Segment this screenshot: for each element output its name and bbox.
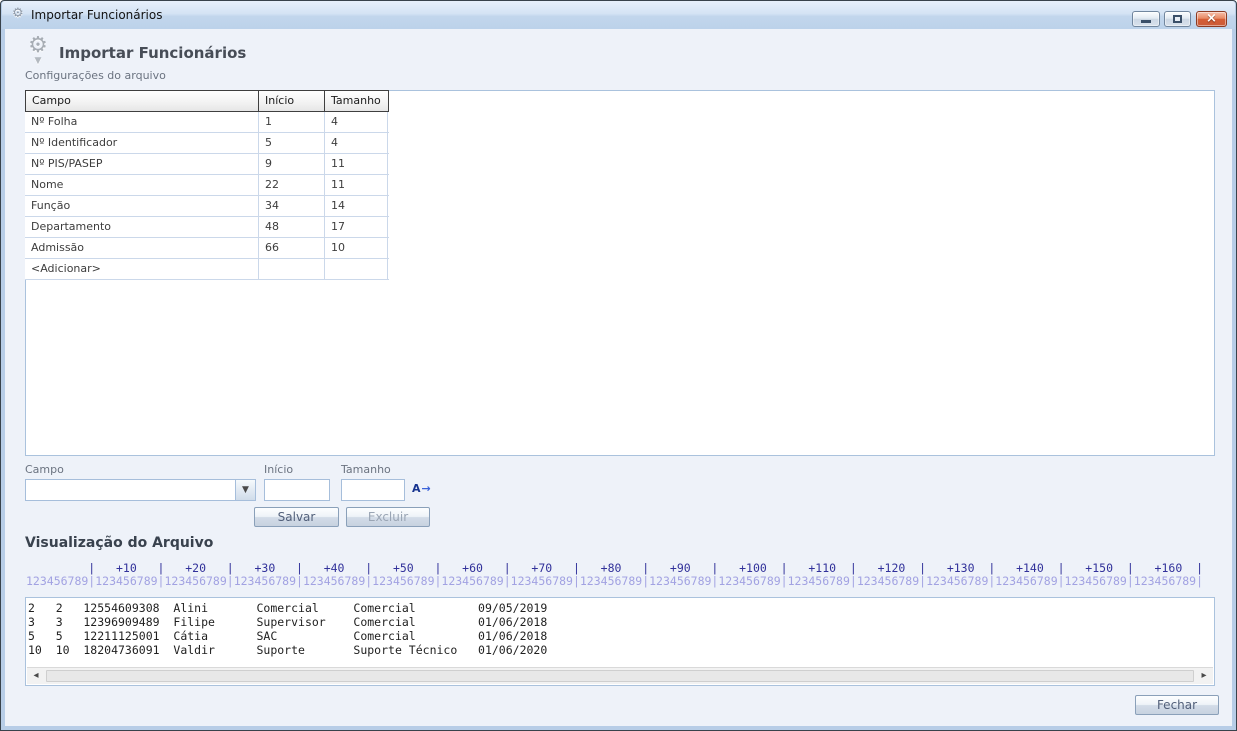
cell-tamanho: 4	[325, 112, 388, 132]
minimize-button[interactable]	[1132, 11, 1160, 27]
table-row[interactable]: Função3414	[25, 196, 389, 217]
cell-campo: Departamento	[25, 217, 259, 237]
file-line: 2 2 12554609308 Alini Comercial Comercia…	[28, 601, 1213, 615]
import-gear-icon: ⚙ ▼	[22, 35, 54, 65]
ruler-digit-scale: 123456789|123456789|123456789|123456789|…	[26, 575, 1214, 588]
cell-tamanho: 11	[325, 175, 388, 195]
cell-tamanho: 10	[325, 238, 388, 258]
cell-inicio: 48	[259, 217, 325, 237]
config-table: Campo Início Tamanho Nº Folha14Nº Identi…	[25, 90, 389, 280]
file-preview-lines: 2 2 12554609308 Alini Comercial Comercia…	[28, 601, 1213, 657]
file-line: 5 5 12211125001 Cátia SAC Comercial 01/0…	[28, 629, 1213, 643]
file-line: 3 3 12396909489 Filipe Supervisor Comerc…	[28, 615, 1213, 629]
table-row[interactable]: Departamento4817	[25, 217, 389, 238]
window-title: Importar Funcionários	[31, 8, 162, 22]
maximize-button[interactable]	[1164, 11, 1191, 27]
cell-inicio: 66	[259, 238, 325, 258]
minimize-icon	[1141, 20, 1151, 23]
chevron-down-icon: ▼	[242, 485, 249, 495]
config-section-label: Configurações do arquivo	[25, 69, 166, 82]
tamanho-label: Tamanho	[341, 463, 391, 476]
maximize-icon	[1173, 15, 1182, 23]
table-row[interactable]: Nº PIS/PASEP911	[25, 154, 389, 175]
window: ⚙ Importar Funcionários × ⚙ ▼ Importar F…	[0, 0, 1237, 731]
table-row[interactable]: Nº Folha14	[25, 112, 389, 133]
title-bar[interactable]: ⚙ Importar Funcionários ×	[2, 1, 1235, 29]
cell-campo: Função	[25, 196, 259, 216]
cell-tamanho: 17	[325, 217, 388, 237]
cell-tamanho	[325, 259, 388, 279]
table-row[interactable]: Admissão6610	[25, 238, 389, 259]
auto-size-letter: A	[412, 482, 421, 495]
tamanho-input[interactable]	[341, 479, 405, 501]
inicio-input[interactable]	[264, 479, 330, 501]
table-row[interactable]: <Adicionar>	[25, 259, 389, 280]
campo-select-value	[26, 480, 235, 500]
campo-select[interactable]: ▼	[25, 479, 256, 501]
scroll-left-icon[interactable]: ◂	[27, 668, 45, 684]
cell-inicio: 22	[259, 175, 325, 195]
column-header-campo[interactable]: Campo	[26, 91, 259, 111]
cell-inicio: 5	[259, 133, 325, 153]
scrollbar-thumb[interactable]	[46, 670, 1194, 682]
cell-tamanho: 4	[325, 133, 388, 153]
cell-tamanho: 11	[325, 154, 388, 174]
cell-campo: Nome	[25, 175, 259, 195]
column-header-inicio[interactable]: Início	[259, 91, 325, 111]
app-gear-icon: ⚙	[12, 6, 24, 21]
salvar-button[interactable]: Salvar	[254, 507, 339, 527]
page-title: Importar Funcionários	[59, 44, 246, 62]
file-preview-panel: 2 2 12554609308 Alini Comercial Comercia…	[25, 597, 1215, 686]
cell-campo: Nº Folha	[25, 112, 259, 132]
cell-tamanho: 14	[325, 196, 388, 216]
cell-inicio	[259, 259, 325, 279]
cell-campo: <Adicionar>	[25, 259, 259, 279]
config-table-body: Nº Folha14Nº Identificador54Nº PIS/PASEP…	[25, 112, 389, 280]
table-row[interactable]: Nº Identificador54	[25, 133, 389, 154]
excluir-button[interactable]: Excluir	[346, 507, 430, 527]
gear-icon: ⚙	[22, 35, 54, 57]
campo-label: Campo	[25, 463, 64, 476]
file-line: 10 10 18204736091 Valdir Suporte Suporte…	[28, 643, 1213, 657]
config-table-header: Campo Início Tamanho	[25, 90, 389, 112]
down-arrow-icon: ▼	[22, 57, 54, 65]
cell-inicio: 9	[259, 154, 325, 174]
campo-dropdown-button[interactable]: ▼	[235, 480, 255, 500]
ruler-position-labels: | +10 | +20 | +30 | +40 | +50 | +60 | +7…	[26, 562, 1214, 575]
cell-campo: Nº Identificador	[25, 133, 259, 153]
column-header-tamanho[interactable]: Tamanho	[325, 91, 387, 111]
inicio-label: Início	[264, 463, 293, 476]
close-icon: ×	[1197, 12, 1226, 26]
horizontal-scrollbar[interactable]: ◂ ▸	[27, 667, 1213, 684]
close-button[interactable]: ×	[1196, 11, 1227, 27]
arrow-right-icon: →	[422, 482, 431, 495]
auto-size-icon[interactable]: A→	[412, 482, 431, 495]
cell-campo: Nº PIS/PASEP	[25, 154, 259, 174]
content-area: ⚙ ▼ Importar Funcionários Configurações …	[5, 29, 1232, 726]
cell-campo: Admissão	[25, 238, 259, 258]
preview-section-title: Visualização do Arquivo	[25, 535, 213, 551]
config-panel: Campo Início Tamanho Nº Folha14Nº Identi…	[25, 90, 1215, 456]
fechar-button[interactable]: Fechar	[1135, 695, 1219, 715]
table-row[interactable]: Nome2211	[25, 175, 389, 196]
scroll-right-icon[interactable]: ▸	[1195, 668, 1213, 684]
cell-inicio: 34	[259, 196, 325, 216]
cell-inicio: 1	[259, 112, 325, 132]
